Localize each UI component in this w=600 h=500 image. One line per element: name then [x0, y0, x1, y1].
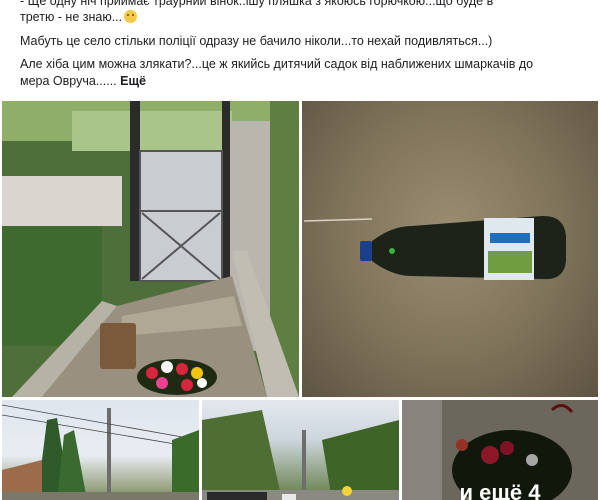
post-text-line-4: Але хіба цим можна злякати?...це ж якийс… [20, 57, 534, 71]
police-car-photo[interactable] [202, 400, 399, 500]
more-photos-count: и ещё 4 [459, 480, 541, 500]
smile-emoji-icon [124, 10, 138, 23]
police-car-illustration [202, 410, 399, 500]
wreath-photo[interactable]: и ещё 4 [402, 400, 598, 500]
post-text-line: Мабуть це село стільки поліції одразу не… [20, 33, 492, 50]
street-photo[interactable] [2, 400, 199, 500]
yard-gate-illustration [2, 101, 299, 397]
bottle-illustration [303, 215, 566, 280]
post-text-line: Але хіба цим можна злякати?...це ж якийс… [20, 56, 533, 73]
post-text-line-2: третю - не знаю... [20, 10, 123, 24]
post-text-line-5: мера Овруча...... [20, 74, 117, 88]
post-text-line-3: Мабуть це село стільки поліції одразу не… [20, 34, 493, 48]
more-photos-overlay[interactable]: и ещё 4 [402, 400, 598, 500]
post-text-line: третю - не знаю... [20, 9, 138, 26]
post-text-line-1: - Ще одну ніч приймає траурний вінок..іш… [20, 0, 494, 8]
street-illustration [2, 404, 199, 500]
yard-gate-photo[interactable] [2, 101, 299, 397]
facebook-post: - Ще одну ніч приймає траурний вінок..іш… [0, 0, 600, 500]
post-text-line: мера Овруча...... Ещё [20, 73, 146, 90]
see-more-link[interactable]: Ещё [120, 74, 146, 88]
bottle-photo[interactable] [302, 101, 598, 397]
